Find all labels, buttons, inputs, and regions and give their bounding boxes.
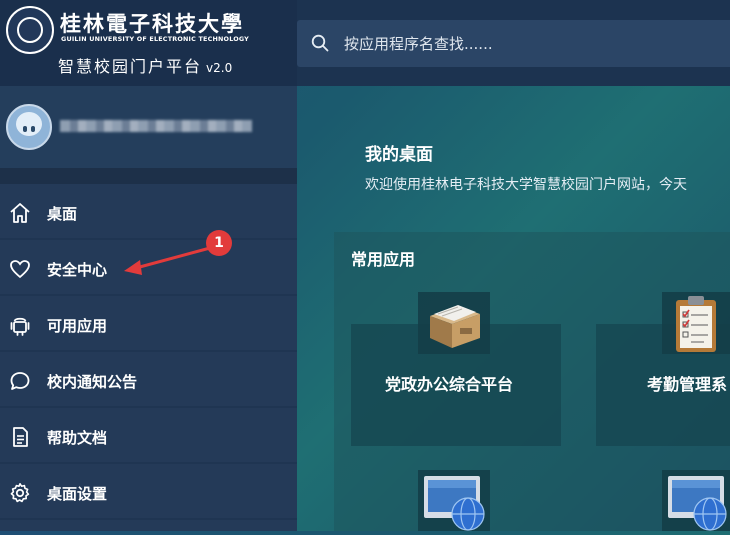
android-icon bbox=[10, 317, 30, 336]
university-name: 桂林電子科技大學 bbox=[60, 11, 244, 36]
app-icon-frame bbox=[418, 292, 490, 354]
home-icon bbox=[10, 203, 30, 223]
sidebar-item-label: 安全中心 bbox=[47, 261, 108, 279]
app-icon-frame[interactable] bbox=[418, 470, 490, 531]
avatar-face bbox=[16, 112, 42, 136]
sidebar-item-label: 桌面 bbox=[47, 205, 78, 223]
heart-icon bbox=[10, 260, 30, 279]
box-icon bbox=[430, 305, 480, 348]
sidebar-item-label: 可用应用 bbox=[47, 317, 108, 335]
search-input[interactable]: 按应用程序名查找...... bbox=[344, 33, 493, 54]
user-profile[interactable] bbox=[0, 86, 297, 168]
search-icon bbox=[311, 34, 329, 52]
header: 桂林電子科技大學 GUILIN UNIVERSITY OF ELECTRONIC… bbox=[0, 0, 730, 86]
app-label: 党政办公综合平台 bbox=[385, 375, 514, 394]
avatar-eye bbox=[23, 126, 27, 132]
avatar[interactable] bbox=[6, 104, 52, 150]
portal-title-text: 智慧校园门户平台 bbox=[58, 57, 203, 76]
search-box[interactable]: 按应用程序名查找...... bbox=[297, 20, 730, 67]
apps-title: 常用应用 bbox=[351, 250, 416, 269]
monitor-globe-icon bbox=[668, 476, 727, 531]
sidebar: 桌面 安全中心 可用应用 校内通知公告 帮助文档 桌面设置 bbox=[0, 86, 297, 531]
annotation-badge: 1 bbox=[206, 230, 232, 256]
portal-version: v2.0 bbox=[206, 61, 233, 75]
document-icon bbox=[13, 427, 28, 447]
app-label: 考勤管理系 bbox=[647, 375, 728, 394]
sidebar-item-label: 桌面设置 bbox=[47, 485, 108, 503]
gear-icon bbox=[10, 483, 30, 503]
sidebar-divider bbox=[0, 168, 297, 184]
portal-title: 智慧校园门户平台 v2.0 bbox=[58, 53, 232, 77]
username-blurred bbox=[60, 120, 252, 132]
sidebar-item-label: 帮助文档 bbox=[47, 429, 108, 447]
chat-bubble-icon bbox=[10, 372, 30, 390]
page-title: 我的桌面 bbox=[365, 145, 433, 165]
sidebar-item-help[interactable]: 帮助文档 bbox=[0, 410, 297, 464]
university-seal-icon bbox=[6, 6, 54, 54]
monitor-globe-icon bbox=[424, 476, 485, 531]
app-icon-frame[interactable] bbox=[662, 470, 730, 531]
avatar-eye bbox=[31, 126, 35, 132]
welcome-text: 欢迎使用桂林电子科技大学智慧校园门户网站，今天 bbox=[365, 177, 687, 193]
logo-area[interactable]: 桂林電子科技大學 GUILIN UNIVERSITY OF ELECTRONIC… bbox=[0, 0, 297, 86]
clipboard-icon bbox=[676, 296, 716, 352]
app-icon-frame bbox=[662, 292, 730, 354]
sidebar-item-label: 校内通知公告 bbox=[47, 373, 138, 391]
sidebar-item-desktop[interactable]: 桌面 bbox=[0, 186, 297, 240]
university-name-en: GUILIN UNIVERSITY OF ELECTRONIC TECHNOLO… bbox=[61, 35, 249, 43]
sidebar-item-apps[interactable]: 可用应用 bbox=[0, 298, 297, 352]
sidebar-item-settings[interactable]: 桌面设置 bbox=[0, 466, 297, 520]
sidebar-item-notices[interactable]: 校内通知公告 bbox=[0, 354, 297, 408]
sidebar-item-security[interactable]: 安全中心 bbox=[0, 242, 297, 296]
